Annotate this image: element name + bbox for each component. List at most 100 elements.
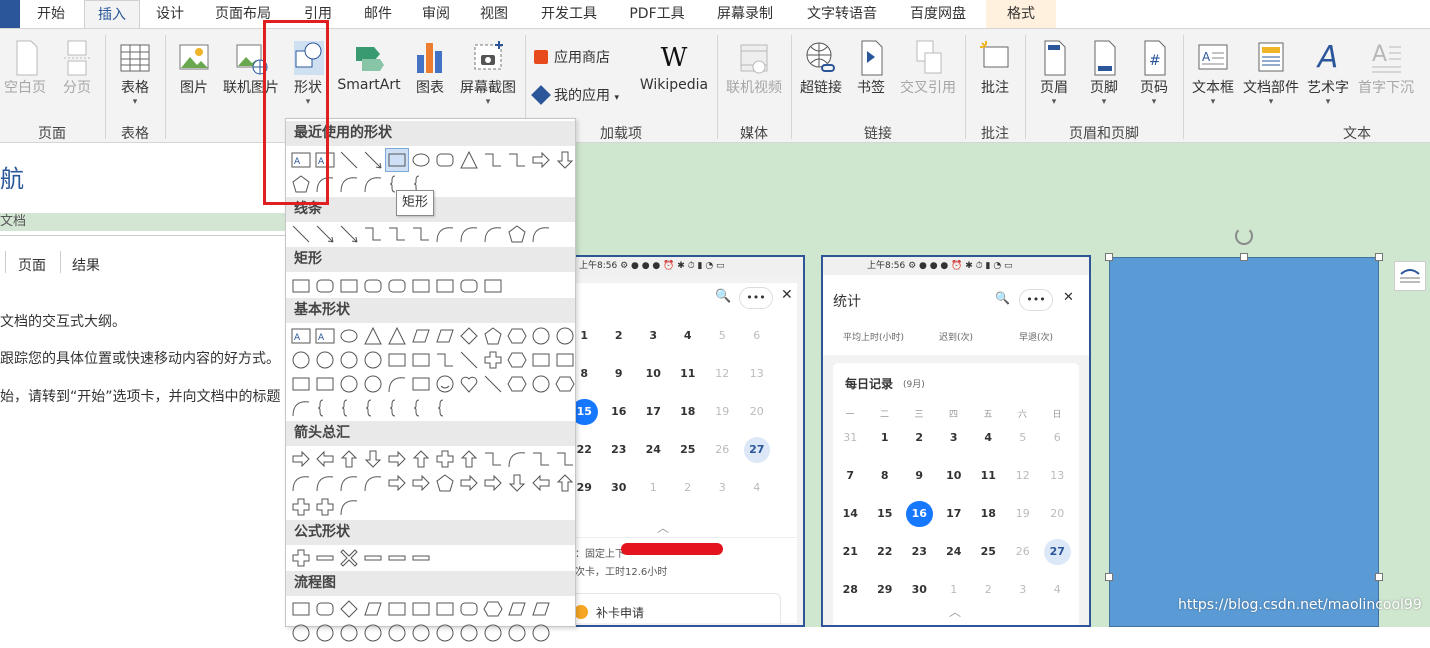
arrow-uarrow-icon[interactable] xyxy=(554,472,576,494)
page-number-button[interactable]: # 页码 ▾ xyxy=(1132,39,1176,107)
calendar-day[interactable]: 20 xyxy=(1044,501,1071,527)
arrow-curve-icon[interactable] xyxy=(314,472,336,494)
arrow-rarrow-icon[interactable] xyxy=(482,472,504,494)
arrow-pent-icon[interactable] xyxy=(434,472,456,494)
equation-minus-icon[interactable] xyxy=(314,547,336,569)
calendar-day[interactable]: 5 xyxy=(1010,425,1037,451)
rect-rrect-icon[interactable] xyxy=(386,275,408,297)
basic-circle-icon[interactable] xyxy=(554,325,576,347)
search-document-box[interactable]: 文档 xyxy=(0,213,285,231)
calendar-day[interactable]: 9 xyxy=(606,361,633,387)
basic-rect-icon[interactable] xyxy=(410,349,432,371)
more-icon[interactable]: ••• xyxy=(739,287,773,309)
arrow-plus-icon[interactable] xyxy=(434,448,456,470)
tab-design[interactable]: 设计 xyxy=(142,0,198,28)
basic-rect-icon[interactable] xyxy=(410,373,432,395)
basic-oval-icon[interactable] xyxy=(338,325,360,347)
rect-rrect-icon[interactable] xyxy=(362,275,384,297)
line-curve-icon[interactable] xyxy=(458,223,480,245)
flow-rect-icon[interactable] xyxy=(290,598,312,620)
calendar-day[interactable]: 21 xyxy=(837,539,864,565)
online-video-button[interactable]: 联机视频 xyxy=(722,39,786,97)
basic-diamond-icon[interactable] xyxy=(458,325,480,347)
basic-line-icon[interactable] xyxy=(482,373,504,395)
arrow-uarrow-icon[interactable] xyxy=(410,448,432,470)
header-button[interactable]: 页眉 ▾ xyxy=(1032,39,1076,107)
line-line-icon[interactable] xyxy=(290,223,312,245)
resize-handle[interactable] xyxy=(1375,573,1383,581)
arrow-uarrow-icon[interactable] xyxy=(338,448,360,470)
search-icon[interactable]: 🔍 xyxy=(715,289,731,304)
calendar-day[interactable]: 6 xyxy=(1044,425,1071,451)
my-apps-button[interactable]: 我的应用 ▾ xyxy=(531,85,634,105)
arrow-larrow-icon[interactable] xyxy=(314,448,336,470)
rect-rect-icon[interactable] xyxy=(434,275,456,297)
flow-para-icon[interactable] xyxy=(530,598,552,620)
basic-circle-icon[interactable] xyxy=(338,349,360,371)
tab-insert[interactable]: 插入 xyxy=(84,0,140,28)
smartart-button[interactable]: SmartArt xyxy=(334,39,404,93)
footer-button[interactable]: 页脚 ▾ xyxy=(1082,39,1126,107)
calendar-day[interactable]: 9 xyxy=(906,463,933,489)
calendar-day[interactable]: 18 xyxy=(975,501,1002,527)
calendar-day[interactable]: 18 xyxy=(675,399,702,425)
calendar-day[interactable]: 11 xyxy=(975,463,1002,489)
basic-circle-icon[interactable] xyxy=(290,349,312,371)
calendar-day[interactable]: 3 xyxy=(1010,577,1037,603)
shape-curve-icon[interactable] xyxy=(338,173,360,195)
calendar-day[interactable]: 26 xyxy=(709,437,736,463)
collapse-chevron-icon[interactable]: ︿ xyxy=(949,603,961,620)
flow-hex-icon[interactable] xyxy=(482,598,504,620)
wikipedia-button[interactable]: W Wikipedia xyxy=(636,39,712,93)
calendar-day[interactable]: 4 xyxy=(1044,577,1071,603)
tab-review[interactable]: 审阅 xyxy=(408,0,464,28)
rect-rect-icon[interactable] xyxy=(410,275,432,297)
phone-screenshot-2[interactable]: 上午8:56 ⚙ ● ● ● ⏰ ✱ ⏱ ▮ ◔ ▭ 统计 🔍 ••• ✕ 平均… xyxy=(821,255,1091,627)
calendar-day[interactable]: 20 xyxy=(744,399,771,425)
shape-curve-icon[interactable] xyxy=(362,173,384,195)
calendar-day[interactable]: 10 xyxy=(941,463,968,489)
flow-circle-icon[interactable] xyxy=(362,622,384,644)
rect-rect-icon[interactable] xyxy=(482,275,504,297)
basic-rect-icon[interactable] xyxy=(314,373,336,395)
basic-circle-icon[interactable] xyxy=(338,373,360,395)
arrow-elbow-icon[interactable] xyxy=(530,448,552,470)
flow-circle-icon[interactable] xyxy=(290,622,312,644)
arrow-rarrow-icon[interactable] xyxy=(410,472,432,494)
calendar-day[interactable]: 24 xyxy=(941,539,968,565)
drop-cap-button[interactable]: A 首字下沉 xyxy=(1354,39,1418,97)
arrow-rarrow-icon[interactable] xyxy=(458,472,480,494)
calendar-day[interactable]: 28 xyxy=(837,577,864,603)
arrow-curve-icon[interactable] xyxy=(338,496,360,518)
search-icon[interactable]: 🔍 xyxy=(995,291,1010,305)
calendar-day[interactable]: 3 xyxy=(709,475,736,501)
resize-handle[interactable] xyxy=(1105,253,1113,261)
calendar-day[interactable]: 23 xyxy=(906,539,933,565)
rect-rect-icon[interactable] xyxy=(338,275,360,297)
basic-circle-icon[interactable] xyxy=(362,349,384,371)
calendar-day[interactable]: 29 xyxy=(872,577,899,603)
calendar-day[interactable]: 1 xyxy=(872,425,899,451)
shape-rrect-icon[interactable] xyxy=(434,149,456,171)
calendar-day[interactable]: 16 xyxy=(906,501,933,527)
close-icon[interactable]: ✕ xyxy=(781,287,793,303)
basic-brace-icon[interactable] xyxy=(410,397,432,419)
arrow-curve-icon[interactable] xyxy=(506,448,528,470)
flow-rrect-icon[interactable] xyxy=(314,598,336,620)
flow-rrect-icon[interactable] xyxy=(458,598,480,620)
calendar-day[interactable]: 26 xyxy=(1010,539,1037,565)
textbox-button[interactable]: A 文本框 ▾ xyxy=(1188,39,1238,107)
tab-baidu-pan[interactable]: 百度网盘 xyxy=(894,0,982,28)
basic-brace-icon[interactable] xyxy=(362,397,384,419)
calendar-day[interactable]: 11 xyxy=(675,361,702,387)
arrow-elbow-icon[interactable] xyxy=(554,448,576,470)
resize-handle[interactable] xyxy=(1375,253,1383,261)
basic-plus-icon[interactable] xyxy=(482,349,504,371)
makeup-clock-button[interactable]: 补卡申请 xyxy=(569,593,781,625)
more-icon[interactable]: ••• xyxy=(1019,289,1053,311)
shape-arrowline-icon[interactable] xyxy=(362,149,384,171)
flow-circle-icon[interactable] xyxy=(386,622,408,644)
chart-button[interactable]: 图表 xyxy=(410,39,450,97)
calendar-day[interactable]: 7 xyxy=(837,463,864,489)
shape-line-icon[interactable] xyxy=(338,149,360,171)
